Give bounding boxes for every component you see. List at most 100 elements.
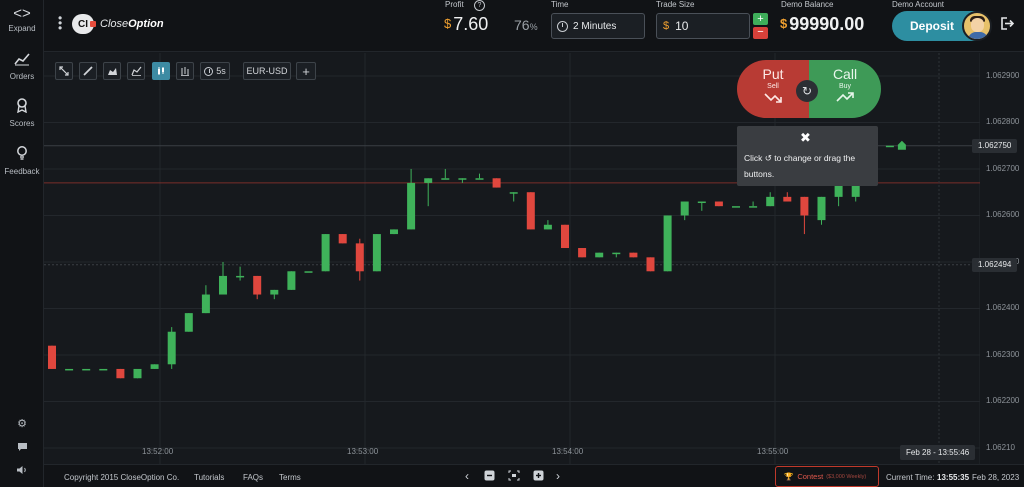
chevron-left-icon[interactable]: ‹ — [465, 469, 469, 483]
y-tick-label: 1.062200 — [986, 396, 1020, 406]
candle-body — [424, 178, 433, 183]
live-price-marker — [897, 140, 906, 150]
sidebar-item-expand[interactable]: <> Expand — [0, 5, 44, 34]
chevron-right-icon[interactable]: › — [556, 469, 560, 483]
x-tick-label: 13:52:00 — [142, 447, 174, 456]
current-price-tag: 1.062750 — [972, 138, 1018, 153]
y-tick-label: 1.062700 — [986, 163, 1020, 173]
balance-value: $99990.00 — [780, 14, 865, 34]
candle-body — [65, 368, 74, 371]
rotate-icon: ↺ — [764, 153, 772, 163]
contest-button[interactable]: 🏆 Contest ($3,000 Weekly) — [775, 466, 879, 487]
crosshair-price-tag: 1.062494 — [972, 257, 1018, 272]
candle-body — [236, 275, 245, 278]
call-button[interactable]: Call Buy — [809, 60, 881, 118]
sidebar-item-label: Expand — [8, 24, 36, 33]
candle-body — [543, 224, 552, 230]
candle-body — [372, 234, 381, 272]
candle-body — [680, 201, 689, 216]
balance-label: Demo Balance — [781, 0, 834, 9]
clock-icon — [557, 20, 568, 32]
logo-mark: CI — [72, 14, 96, 34]
avatar[interactable] — [962, 11, 992, 41]
logo[interactable]: CI CloseOption — [72, 14, 164, 34]
candle-body — [714, 201, 723, 207]
candle-body — [390, 229, 398, 235]
candle-body — [509, 192, 518, 194]
trade-size-input[interactable]: $ 10 — [656, 13, 750, 39]
interval-select[interactable]: 5s — [200, 62, 230, 80]
logout-icon[interactable] — [1001, 17, 1015, 33]
current-date: Feb 28, 2023 — [972, 473, 1020, 482]
zoom-in-icon[interactable] — [533, 470, 544, 484]
decrease-amount-button[interactable]: − — [753, 27, 768, 39]
current-time-label: Current Time: — [886, 473, 935, 482]
clock-icon — [204, 66, 214, 76]
swap-buttons-icon[interactable]: ↻ — [796, 80, 818, 102]
crosshair-time-tag: Feb 28 - 13:55:46 — [900, 445, 976, 460]
candle-body — [800, 196, 809, 216]
candle-body — [885, 145, 894, 148]
candlestick-chart-button[interactable] — [152, 62, 170, 80]
logo-text: CloseOption — [100, 18, 164, 30]
x-tick-label: 13:55:00 — [757, 447, 789, 456]
fullscreen-button[interactable] — [55, 62, 73, 80]
profit-value: $7.60 — [444, 14, 489, 34]
close-icon[interactable]: ✖ — [800, 130, 811, 146]
terms-link[interactable]: Terms — [279, 473, 301, 482]
candle-body — [167, 331, 176, 365]
area-chart-button[interactable] — [103, 62, 121, 80]
increase-amount-button[interactable]: + — [753, 13, 768, 25]
candle-body — [287, 271, 296, 290]
sidebar-item-scores[interactable]: Scores — [0, 98, 44, 128]
sidebar: <> Expand Orders Scores Feedback ⚙ — [0, 0, 44, 487]
draw-tool-button[interactable] — [79, 62, 97, 80]
candle-body — [526, 192, 535, 230]
candle-body — [817, 196, 826, 221]
faqs-link[interactable]: FAQs — [243, 473, 263, 482]
candle-body — [697, 201, 706, 204]
asset-pair-select[interactable]: EUR-USD — [243, 62, 291, 80]
expiry-time-select[interactable]: 2 Minutes — [551, 13, 645, 39]
tutorials-link[interactable]: Tutorials — [194, 473, 224, 482]
y-tick-label: 1.06210 — [986, 443, 1015, 452]
trade-size-label: Trade Size — [656, 0, 695, 9]
candle-body — [475, 178, 484, 180]
y-tick-label: 1.062600 — [986, 210, 1020, 220]
time-label: Time — [551, 0, 569, 9]
swap-tooltip: ✖ Click ↺ to change or drag the buttons. — [737, 126, 878, 186]
candle-body — [219, 275, 227, 295]
candle-body — [304, 271, 313, 273]
settings-icon[interactable]: ⚙ — [0, 417, 44, 430]
candle-body — [595, 252, 604, 258]
candle-body — [150, 364, 159, 369]
candle-body — [766, 196, 775, 207]
sidebar-item-label: Feedback — [4, 167, 40, 176]
add-asset-button[interactable]: + — [296, 62, 316, 80]
zoom-out-icon[interactable] — [484, 470, 495, 484]
sidebar-item-orders[interactable]: Orders — [0, 52, 44, 81]
sidebar-item-label: Orders — [9, 72, 35, 81]
sidebar-item-feedback[interactable]: Feedback — [0, 146, 44, 176]
candle-body — [201, 294, 210, 314]
candle-body — [441, 178, 450, 180]
reset-zoom-icon[interactable] — [508, 470, 520, 484]
candle-body — [253, 275, 262, 295]
bar-chart-button[interactable] — [176, 62, 194, 80]
candle-body — [321, 234, 330, 272]
sound-icon[interactable] — [0, 465, 44, 478]
candle-body — [783, 196, 792, 202]
candle-body — [612, 252, 621, 255]
candle-body — [458, 178, 467, 180]
candle-body — [629, 252, 638, 258]
y-tick-label: 1.062900 — [986, 70, 1020, 80]
y-tick-label: 1.062800 — [986, 117, 1020, 127]
expand-icon: <> — [13, 5, 31, 22]
chat-icon[interactable] — [0, 442, 44, 455]
candle-body — [48, 345, 56, 369]
orders-icon — [0, 52, 44, 70]
help-icon[interactable]: ? — [474, 0, 485, 11]
menu-dots-icon[interactable]: • • • — [58, 12, 64, 34]
line-chart-button[interactable] — [127, 62, 145, 80]
top-bar: • • • CI CloseOption Profit ? $7.60 76% Ti… — [44, 0, 1024, 52]
